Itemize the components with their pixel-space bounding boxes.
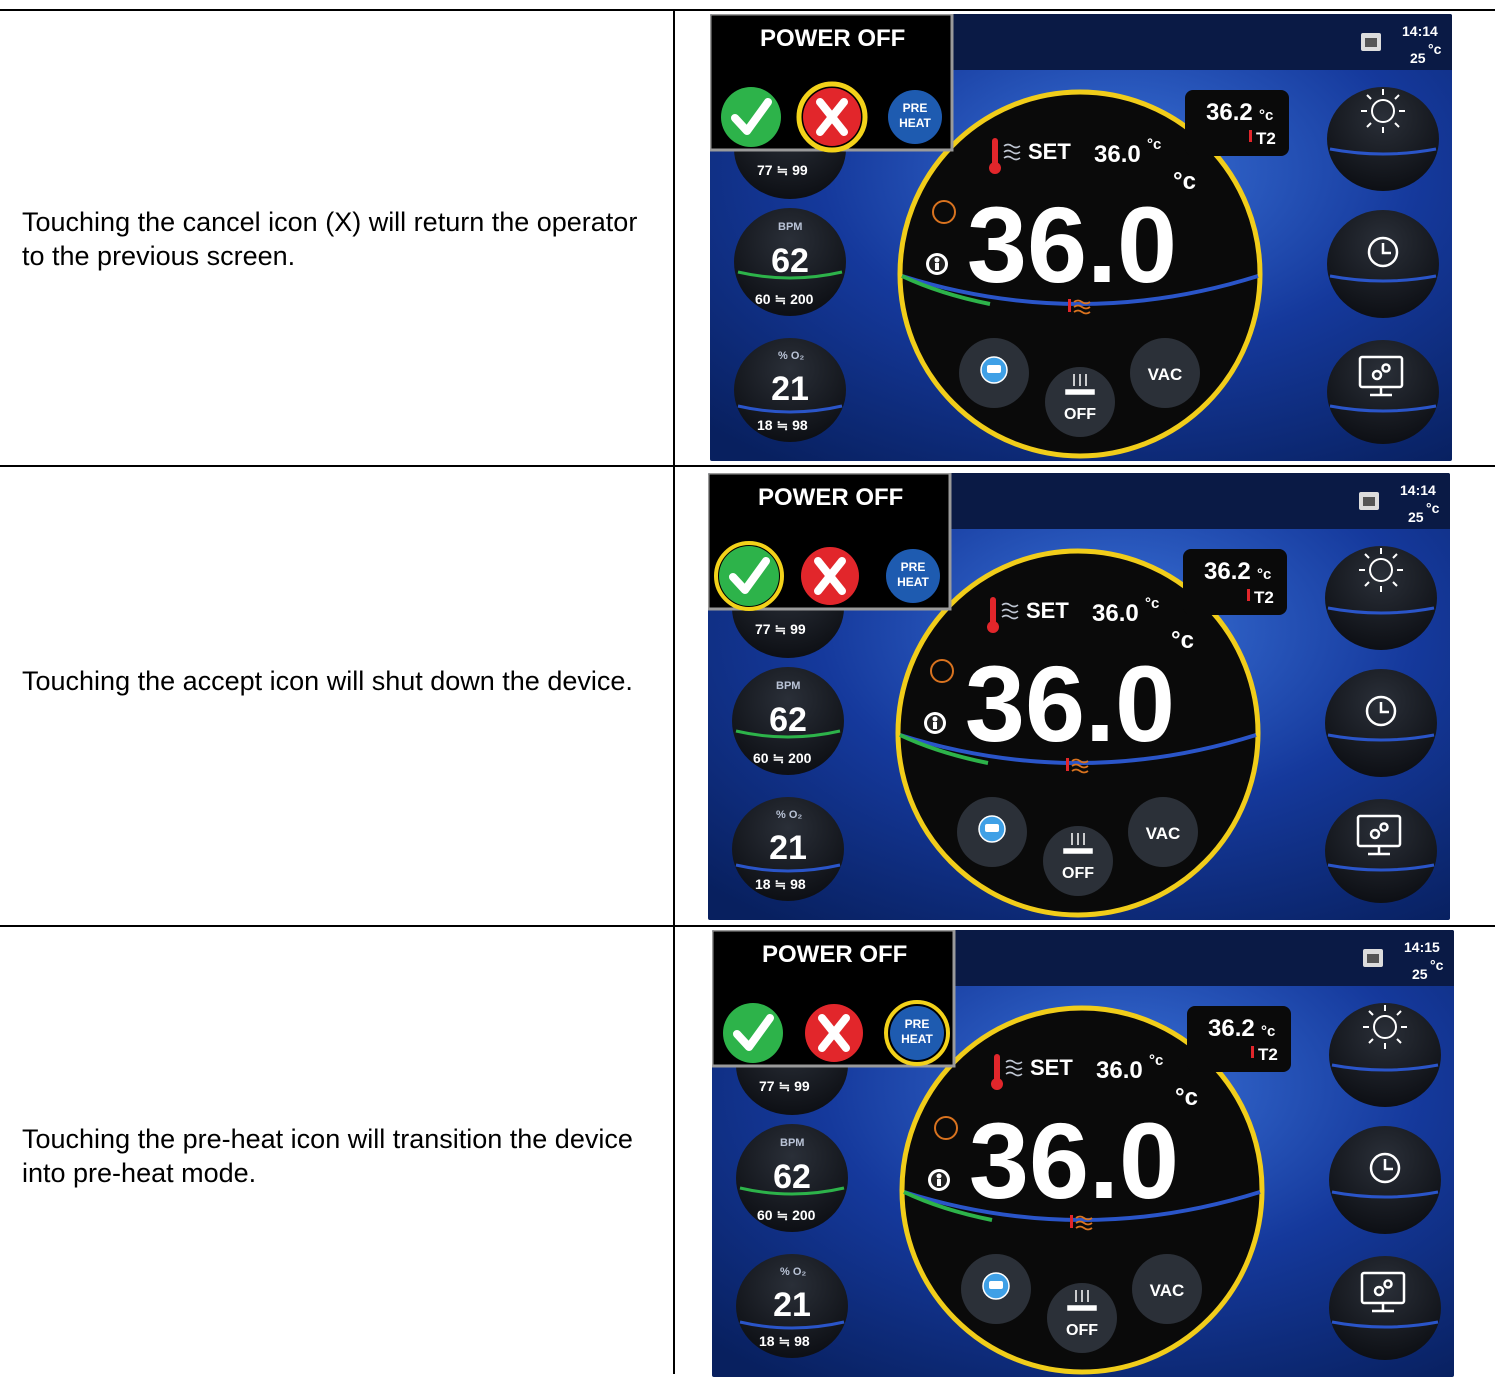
calendar-icon <box>1363 949 1383 967</box>
bpm-value: 62 <box>769 701 807 739</box>
main-temperature-unit: °c <box>1175 1084 1198 1111</box>
vac-label: VAC <box>1148 365 1183 384</box>
preheat-label-line1: PRE <box>905 1017 930 1031</box>
t2-thermometer-icon <box>1249 130 1252 142</box>
calendar-icon <box>1359 492 1379 510</box>
table-row-divider <box>0 925 1495 927</box>
bpm-label: BPM <box>776 680 800 692</box>
oxygen-value: 21 <box>773 1286 811 1324</box>
ambient-temperature: 25 <box>1408 509 1424 525</box>
set-label: SET <box>1028 139 1071 164</box>
ambient-temperature: 25 <box>1410 50 1426 66</box>
row-3-description: Touching the pre-heat icon will transiti… <box>22 1124 633 1188</box>
t2-unit: °c <box>1261 1023 1275 1040</box>
set-label: SET <box>1026 598 1069 623</box>
bpm-value: 62 <box>771 242 809 280</box>
ambient-unit: °c <box>1426 500 1440 516</box>
timer-button[interactable] <box>1327 210 1439 318</box>
bpm-label: BPM <box>780 1137 804 1149</box>
t2-unit: °c <box>1259 107 1273 124</box>
oxygen-range: 18 ≒ 98 <box>755 876 806 892</box>
display-settings-button[interactable] <box>1325 799 1437 903</box>
set-unit: °c <box>1147 136 1161 153</box>
heater-label: OFF <box>1066 1322 1098 1339</box>
main-temperature-unit: °c <box>1173 168 1196 195</box>
t2-label: T2 <box>1254 588 1274 607</box>
display-settings-button[interactable] <box>1327 340 1439 444</box>
t2-value: 36.2 <box>1208 1015 1255 1042</box>
t2-thermometer-icon <box>1251 1046 1254 1058</box>
heater-label: OFF <box>1062 865 1094 882</box>
accept-button[interactable] <box>723 1003 783 1063</box>
table-column-divider <box>673 9 675 1374</box>
oxygen-value: 21 <box>769 829 807 867</box>
oxygen-value: 21 <box>771 370 809 408</box>
table-row-divider <box>0 465 1495 467</box>
set-value: 36.0 <box>1092 600 1139 627</box>
set-unit: °c <box>1149 1052 1163 1069</box>
row-2-description: Touching the accept icon will shut down … <box>22 666 633 696</box>
screen-row-3: 14:15 25 °c 77 ≒ 99 BPM 62 60 ≒ 200 % O₂… <box>712 930 1454 1377</box>
display-settings-button[interactable] <box>1329 1256 1441 1360</box>
vac-label: VAC <box>1146 824 1181 843</box>
main-temperature-value: 36.0 <box>969 1100 1179 1221</box>
main-temperature-value: 36.0 <box>965 643 1175 764</box>
oxygen-range: 18 ≒ 98 <box>759 1333 810 1349</box>
set-unit: °c <box>1145 595 1159 612</box>
t2-value: 36.2 <box>1204 558 1251 585</box>
screen-row-2: 14:14 25 °c 77 ≒ 99 BPM 62 60 ≒ 200 % O₂… <box>708 473 1450 920</box>
timer-button[interactable] <box>1329 1126 1441 1234</box>
spo2-range: 77 ≒ 99 <box>755 621 806 637</box>
t2-thermometer-icon <box>1247 589 1250 601</box>
accept-button[interactable] <box>721 87 781 147</box>
accept-button[interactable] <box>719 546 779 606</box>
dialog-title: POWER OFF <box>758 484 903 511</box>
oxygen-range: 18 ≒ 98 <box>757 417 808 433</box>
clock-time: 14:15 <box>1404 939 1440 955</box>
spo2-range: 77 ≒ 99 <box>759 1078 810 1094</box>
calendar-icon <box>1361 33 1381 51</box>
oxygen-label: % O₂ <box>776 809 802 821</box>
spo2-range: 77 ≒ 99 <box>757 162 808 178</box>
clock-time: 14:14 <box>1400 482 1436 498</box>
set-value: 36.0 <box>1096 1057 1143 1084</box>
preheat-label-line1: PRE <box>901 560 926 574</box>
dialog-title: POWER OFF <box>762 941 907 968</box>
bpm-value: 62 <box>773 1158 811 1196</box>
main-temperature-unit: °c <box>1171 627 1194 654</box>
preheat-label-line2: HEAT <box>901 1032 933 1046</box>
t2-label: T2 <box>1256 129 1276 148</box>
t2-value: 36.2 <box>1206 99 1253 126</box>
screen-row-1: 14:14 25 °c 77 ≒ 99 BPM 62 60 ≒ 200 % O₂… <box>710 14 1452 461</box>
row-1-description: Touching the cancel icon (X) will return… <box>22 207 638 271</box>
light-button[interactable] <box>1325 546 1437 650</box>
oxygen-label: % O₂ <box>780 1266 806 1278</box>
clock-time: 14:14 <box>1402 23 1438 39</box>
main-temperature-value: 36.0 <box>967 184 1177 305</box>
vac-label: VAC <box>1150 1281 1185 1300</box>
bpm-range: 60 ≒ 200 <box>753 750 812 766</box>
bpm-label: BPM <box>778 221 802 233</box>
timer-button[interactable] <box>1325 669 1437 777</box>
ambient-unit: °c <box>1430 957 1444 973</box>
ambient-temperature: 25 <box>1412 966 1428 982</box>
oxygen-label: % O₂ <box>778 350 804 362</box>
set-label: SET <box>1030 1055 1073 1080</box>
dialog-title: POWER OFF <box>760 25 905 52</box>
set-value: 36.0 <box>1094 141 1141 168</box>
preheat-label-line2: HEAT <box>899 116 931 130</box>
ambient-unit: °c <box>1428 41 1442 57</box>
preheat-label-line1: PRE <box>903 101 928 115</box>
t2-unit: °c <box>1257 566 1271 583</box>
table-top-border <box>0 9 1495 11</box>
bpm-range: 60 ≒ 200 <box>757 1207 816 1223</box>
light-button[interactable] <box>1327 87 1439 191</box>
t2-label: T2 <box>1258 1045 1278 1064</box>
preheat-label-line2: HEAT <box>897 575 929 589</box>
light-button[interactable] <box>1329 1003 1441 1107</box>
heater-label: OFF <box>1064 406 1096 423</box>
bpm-range: 60 ≒ 200 <box>755 291 814 307</box>
